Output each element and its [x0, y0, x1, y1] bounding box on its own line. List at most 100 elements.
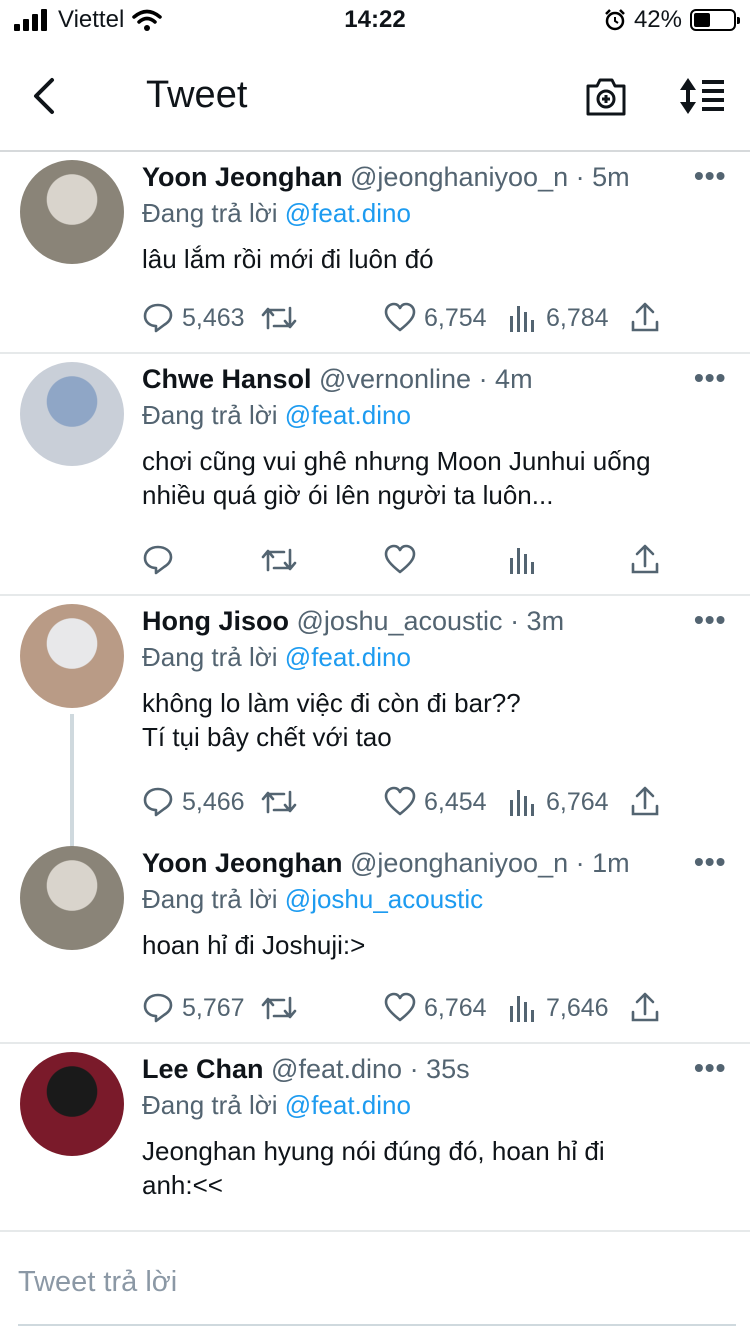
views-button[interactable]: 7,646 — [508, 992, 609, 1024]
reply-button[interactable]: 5,767 — [142, 992, 245, 1024]
more-options-icon[interactable]: ••• — [694, 160, 726, 192]
author-handle[interactable]: @feat.dino — [271, 1054, 402, 1084]
tweet[interactable]: Lee Chan @feat.dino · 35s ••• Đang trả lời… — [0, 1044, 750, 1230]
mention-link[interactable]: @feat.dino — [285, 198, 411, 228]
author-handle[interactable]: @jeonghaniyoo_n — [350, 848, 568, 878]
like-button[interactable]: 6,454 — [384, 786, 487, 818]
battery-level — [694, 13, 710, 27]
mention-link[interactable]: @joshu_acoustic — [285, 884, 483, 914]
retweet-icon — [261, 790, 297, 814]
avatar[interactable] — [20, 1052, 124, 1156]
replying-to-label: Đang trả lời — [142, 198, 278, 228]
views-icon — [510, 548, 534, 574]
like-button[interactable]: 6,764 — [384, 992, 487, 1024]
tweet-time: · 5m — [575, 162, 630, 192]
replying-to-label: Đang trả lời — [142, 642, 278, 672]
avatar[interactable] — [20, 604, 124, 708]
replying-to: Đang trả lời @feat.dino — [142, 642, 411, 673]
author-name[interactable]: Chwe Hansol — [142, 364, 312, 394]
back-arrow-icon[interactable] — [26, 76, 66, 116]
mention-link[interactable]: @feat.dino — [285, 642, 411, 672]
alarm-icon — [605, 9, 625, 31]
views-button[interactable] — [508, 544, 538, 576]
reply-button[interactable] — [142, 544, 174, 576]
tweet-time: · 4m — [478, 364, 533, 394]
like-button[interactable]: 6,754 — [384, 302, 487, 334]
reply-underline — [18, 1324, 736, 1326]
views-button[interactable]: 6,764 — [508, 786, 609, 818]
reply-button[interactable]: 5,463 — [142, 302, 245, 334]
tweet[interactable]: Chwe Hansol @vernonline · 4m ••• Đang trả … — [0, 354, 750, 594]
like-button[interactable] — [384, 544, 416, 576]
reply-button[interactable]: 5,466 — [142, 786, 245, 818]
tweet-text: lâu lắm rồi mới đi luôn đó — [142, 242, 732, 276]
avatar[interactable] — [20, 846, 124, 950]
author-handle[interactable]: @vernonline — [319, 364, 471, 394]
author-handle[interactable]: @joshu_acoustic — [297, 606, 503, 636]
retweet-button[interactable] — [260, 302, 298, 334]
reply-icon — [143, 787, 173, 817]
author-name[interactable]: Hong Jisoo — [142, 606, 289, 636]
tweet-time: · 35s — [409, 1054, 470, 1084]
share-icon — [631, 992, 659, 1022]
author-name[interactable]: Yoon Jeonghan — [142, 162, 343, 192]
views-icon — [510, 790, 534, 816]
author-handle[interactable]: @jeonghaniyoo_n — [350, 162, 568, 192]
tweet-text-line: hoan hỉ đi Joshuji:> — [142, 930, 366, 960]
share-button[interactable] — [630, 544, 660, 576]
replying-to: Đang trả lời @feat.dino — [142, 1090, 411, 1121]
tweet-text-line: anh:<< — [142, 1170, 223, 1200]
avatar[interactable] — [20, 160, 124, 264]
reply-icon — [143, 545, 173, 575]
tweet[interactable]: Yoon Jeonghan @jeonghaniyoo_n · 5m ••• Đan… — [0, 152, 750, 352]
more-options-icon[interactable]: ••• — [694, 1052, 726, 1084]
retweet-icon — [261, 306, 297, 330]
retweet-button[interactable] — [260, 544, 298, 576]
avatar[interactable] — [20, 362, 124, 466]
tweet-header: Hong Jisoo @joshu_acoustic · 3m — [142, 606, 564, 637]
tweet-text: không lo làm việc đi còn đi bar?? Tí tụi … — [142, 686, 732, 754]
tweet-actions: 5,463 6,754 6,784 — [142, 302, 682, 338]
top-nav: Tweet — [0, 44, 750, 152]
status-bar: Viettel 14:22 42% — [0, 0, 750, 42]
mention-link[interactable]: @feat.dino — [285, 400, 411, 430]
status-right: 42% — [604, 6, 740, 34]
reply-bar — [0, 1232, 750, 1334]
tweet-text: chơi cũng vui ghê nhưng Moon Junhui uống… — [142, 444, 732, 512]
tweet-text-line: lâu lắm rồi mới đi luôn đó — [142, 244, 434, 274]
tweet-text-line: không lo làm việc đi còn đi bar?? — [142, 688, 521, 718]
tweet-time: · 1m — [575, 848, 630, 878]
battery-percent: 42% — [633, 6, 682, 33]
views-icon — [510, 306, 534, 332]
tweet-header: Yoon Jeonghan @jeonghaniyoo_n · 5m — [142, 162, 630, 193]
views-button[interactable]: 6,784 — [508, 302, 609, 334]
tweet-actions — [142, 544, 682, 580]
more-options-icon[interactable]: ••• — [694, 362, 726, 394]
tweet[interactable]: Yoon Jeonghan @jeonghaniyoo_n · 1m ••• Đan… — [0, 838, 750, 1042]
mention-link[interactable]: @feat.dino — [285, 1090, 411, 1120]
share-button[interactable] — [630, 992, 660, 1024]
retweet-button[interactable] — [260, 992, 298, 1024]
author-name[interactable]: Lee Chan — [142, 1054, 264, 1084]
author-name[interactable]: Yoon Jeonghan — [142, 848, 343, 878]
replying-to-label: Đang trả lời — [142, 884, 278, 914]
replying-to-label: Đang trả lời — [142, 400, 278, 430]
sort-icon[interactable] — [676, 74, 726, 118]
views-count: 6,764 — [546, 787, 609, 816]
reply-input[interactable] — [18, 1262, 730, 1302]
retweet-button[interactable] — [260, 786, 298, 818]
thread-line — [70, 714, 74, 850]
more-options-icon[interactable]: ••• — [694, 604, 726, 636]
share-button[interactable] — [630, 786, 660, 818]
retweet-icon — [261, 996, 297, 1020]
camera-add-icon[interactable] — [584, 74, 628, 118]
replying-to: Đang trả lời @joshu_acoustic — [142, 884, 483, 915]
more-options-icon[interactable]: ••• — [694, 846, 726, 878]
tweet-text-line: Jeonghan hyung nói đúng đó, hoan hỉ đi — [142, 1136, 605, 1166]
share-button[interactable] — [630, 302, 660, 334]
like-count: 6,764 — [424, 993, 487, 1022]
tweet[interactable]: Hong Jisoo @joshu_acoustic · 3m ••• Đang t… — [0, 596, 750, 850]
tweet-text: hoan hỉ đi Joshuji:> — [142, 928, 732, 962]
tweet-time: · 3m — [510, 606, 565, 636]
share-icon — [631, 544, 659, 574]
